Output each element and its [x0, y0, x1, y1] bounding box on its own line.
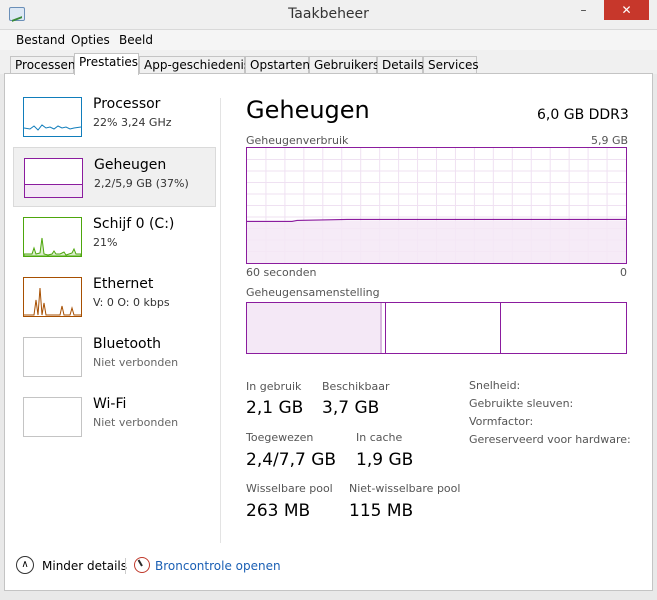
sidebar-item-label: Schijf 0 (C:): [93, 216, 175, 232]
ethernet-thumbnail: [23, 277, 82, 317]
graph-time-label: 60 seconden: [246, 266, 317, 279]
memory-thumbnail: [24, 158, 83, 198]
title-bar: Taakbeheer – ✕: [0, 0, 657, 30]
stat-nonpaged-pool-label: Niet-wisselbare pool: [349, 482, 461, 495]
memory-composition-bar: [246, 302, 627, 354]
memory-usage-plot: [247, 148, 626, 263]
tab-details[interactable]: Details: [377, 56, 424, 74]
sidebar-item-label: Processor: [93, 96, 161, 112]
stat-paged-pool-value: 263 MB: [246, 501, 311, 521]
sidebar-item-label: Bluetooth: [93, 336, 161, 352]
collapse-icon[interactable]: ∧: [16, 556, 34, 574]
menu-bar: Bestand Opties Beeld: [0, 30, 657, 50]
menu-view[interactable]: Beeld: [119, 33, 153, 47]
sidebar-item-value: V: 0 O: 0 kbps: [93, 296, 170, 309]
window-title: Taakbeheer: [288, 6, 369, 22]
memory-thumbnail-fill: [25, 184, 82, 197]
sidebar-item-bluetooth[interactable]: Bluetooth Niet verbonden: [13, 327, 216, 387]
sidebar-item-wifi[interactable]: Wi-Fi Niet verbonden: [13, 387, 216, 447]
composition-modified: [380, 303, 382, 353]
memory-usage-area: [247, 220, 626, 263]
close-button[interactable]: ✕: [604, 0, 649, 20]
sidebar-item-memory[interactable]: Geheugen 2,2/5,9 GB (37%): [13, 147, 216, 207]
tab-startup[interactable]: Opstarten: [245, 56, 310, 74]
fewer-details-button[interactable]: Minder details: [42, 559, 127, 573]
tab-app-history[interactable]: App-geschiedenis: [139, 56, 250, 74]
tab-users[interactable]: Gebruikers: [309, 56, 379, 74]
stat-cached-label: In cache: [356, 431, 403, 444]
info-form-factor-label: Vormfactor:: [469, 415, 534, 428]
sidebar-item-label: Geheugen: [94, 157, 167, 173]
memory-usage-graph: [246, 147, 627, 264]
sidebar-item-label: Ethernet: [93, 276, 154, 292]
tab-bar: Processen Prestaties App-geschiedenis Op…: [0, 50, 657, 75]
memory-spec: 6,0 GB DDR3: [537, 107, 629, 123]
tab-processes[interactable]: Processen: [10, 56, 76, 74]
stat-in-use-value: 2,1 GB: [246, 398, 304, 418]
performance-panel: Processor 22% 3,24 GHz Geheugen 2,2/5,9 …: [4, 73, 653, 591]
graph-label: Geheugenverbruik: [246, 134, 349, 147]
tab-services[interactable]: Services: [423, 56, 479, 74]
processor-thumbnail: [23, 97, 82, 137]
open-resource-monitor-link[interactable]: Broncontrole openen: [155, 559, 281, 573]
ethernet-sparkline: [24, 287, 81, 316]
graph-max-label: 5,9 GB: [591, 134, 629, 147]
sidebar-item-value: Niet verbonden: [93, 416, 179, 429]
sidebar-item-disk[interactable]: Schijf 0 (C:) 21%: [13, 207, 216, 267]
composition-label: Geheugensamenstelling: [246, 286, 380, 299]
sidebar-item-ethernet[interactable]: Ethernet V: 0 O: 0 kbps: [13, 267, 216, 327]
graph-zero-label: 0: [620, 266, 627, 279]
sidebar-item-label: Wi-Fi: [93, 396, 127, 412]
sidebar-divider: [220, 98, 221, 543]
footer: ∧ Minder details Broncontrole openen: [0, 550, 657, 585]
menu-options[interactable]: Opties: [71, 33, 110, 47]
stat-paged-pool-label: Wisselbare pool: [246, 482, 333, 495]
sidebar-item-value: 21%: [93, 236, 118, 249]
disk-thumbnail: [23, 217, 82, 257]
page-title: Geheugen: [246, 96, 370, 124]
menu-file[interactable]: Bestand: [16, 33, 65, 47]
wifi-thumbnail: [23, 397, 82, 437]
resource-monitor-icon[interactable]: [134, 557, 150, 573]
sidebar-item-value: 22% 3,24 GHz: [93, 116, 172, 129]
composition-divider: [385, 303, 386, 353]
stat-available-label: Beschikbaar: [322, 380, 390, 393]
composition-divider: [500, 303, 501, 353]
info-slots-label: Gebruikte sleuven:: [469, 397, 574, 410]
composition-in-use: [247, 303, 380, 353]
sidebar-item-value: Niet verbonden: [93, 356, 179, 369]
disk-sparkline: [23, 237, 82, 257]
info-speed-label: Snelheid:: [469, 379, 521, 392]
info-reserved-label: Gereserveerd voor hardware:: [469, 433, 631, 446]
stat-available-value: 3,7 GB: [322, 398, 380, 418]
stat-committed-value: 2,4/7,7 GB: [246, 450, 337, 470]
stat-in-use-label: In gebruik: [246, 380, 302, 393]
bluetooth-thumbnail: [23, 337, 82, 377]
processor-sparkline: [23, 124, 82, 131]
stat-nonpaged-pool-value: 115 MB: [349, 501, 414, 521]
minimize-button[interactable]: –: [570, 0, 597, 20]
sidebar-item-processor[interactable]: Processor 22% 3,24 GHz: [13, 87, 216, 147]
stat-committed-label: Toegewezen: [246, 431, 314, 444]
stat-cached-value: 1,9 GB: [356, 450, 414, 470]
tab-performance[interactable]: Prestaties: [74, 53, 139, 75]
sidebar-item-value: 2,2/5,9 GB (37%): [94, 177, 189, 190]
footer-divider: [125, 558, 126, 574]
